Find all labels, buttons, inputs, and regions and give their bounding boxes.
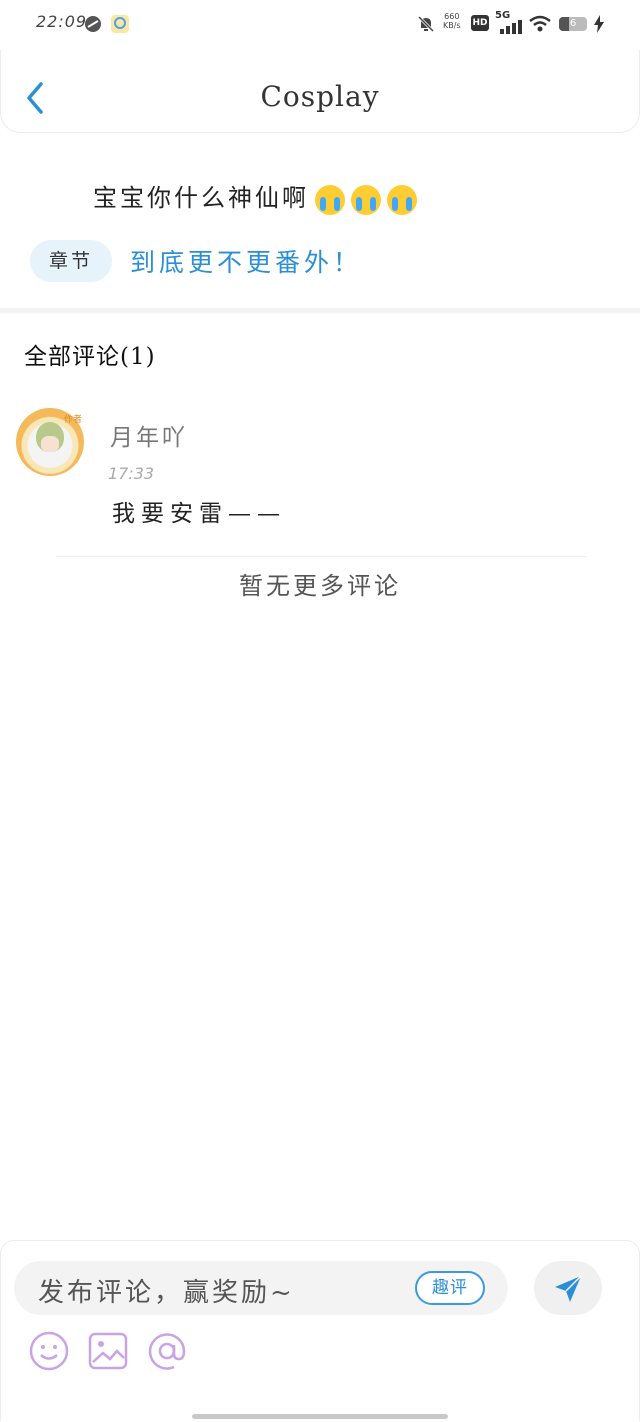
loudly-crying-face-icon [351,184,381,215]
avatar-face [41,436,59,452]
status-time: 22:09 [36,12,88,31]
divider [56,556,586,557]
app-notification-icon [111,15,129,33]
home-indicator[interactable] [192,1414,448,1419]
no-more-comments: 暂无更多评论 [239,572,401,600]
comment-input[interactable]: 发布评论，赢奖励~ 趣评 [14,1261,508,1315]
network-speed-unit: KB/s [443,21,461,30]
mention-icon[interactable] [146,1330,188,1372]
emoji-icon[interactable] [28,1330,70,1372]
loudly-crying-face-icon [387,184,417,215]
post-content: 宝宝你什么神仙啊 [93,178,417,215]
comment-username[interactable]: 月年吖 [110,418,188,452]
chapter-tag: 章节 [30,240,112,282]
app-notification-icon [85,16,101,32]
charging-icon [594,15,604,33]
mute-icon [417,15,435,33]
comment-input-placeholder: 发布评论，赢奖励~ [38,1278,295,1308]
avatar[interactable]: 作者 [16,408,84,476]
quping-button[interactable]: 趣评 [415,1271,485,1305]
image-icon[interactable] [87,1330,129,1372]
loudly-crying-face-icon [315,184,345,215]
comment-time: 17:33 [108,464,155,483]
hd-badge: HD [471,15,489,31]
comments-heading: 全部评论(1) [24,344,156,370]
section-divider [0,308,640,313]
signal-icon [500,20,522,34]
author-badge: 作者 [64,415,83,425]
page-title: Cosplay [260,80,380,113]
network-speed-value: 660 [444,12,460,21]
battery-level: 6 [569,18,577,29]
comment-text[interactable]: 我要安雷—— [112,494,286,528]
battery-indicator: 6 [559,17,587,31]
chapter-link[interactable]: 到底更不更番外！ [130,243,362,279]
top-bar: Cosplay [0,50,640,133]
network-speed: 660 KB/s [443,12,461,30]
wifi-icon [529,15,551,32]
send-button[interactable] [534,1261,602,1315]
send-icon [555,1275,582,1302]
status-bar: 22:09 660 KB/s HD 5G 6 [0,0,640,50]
post-text: 宝宝你什么神仙啊 [93,184,309,212]
